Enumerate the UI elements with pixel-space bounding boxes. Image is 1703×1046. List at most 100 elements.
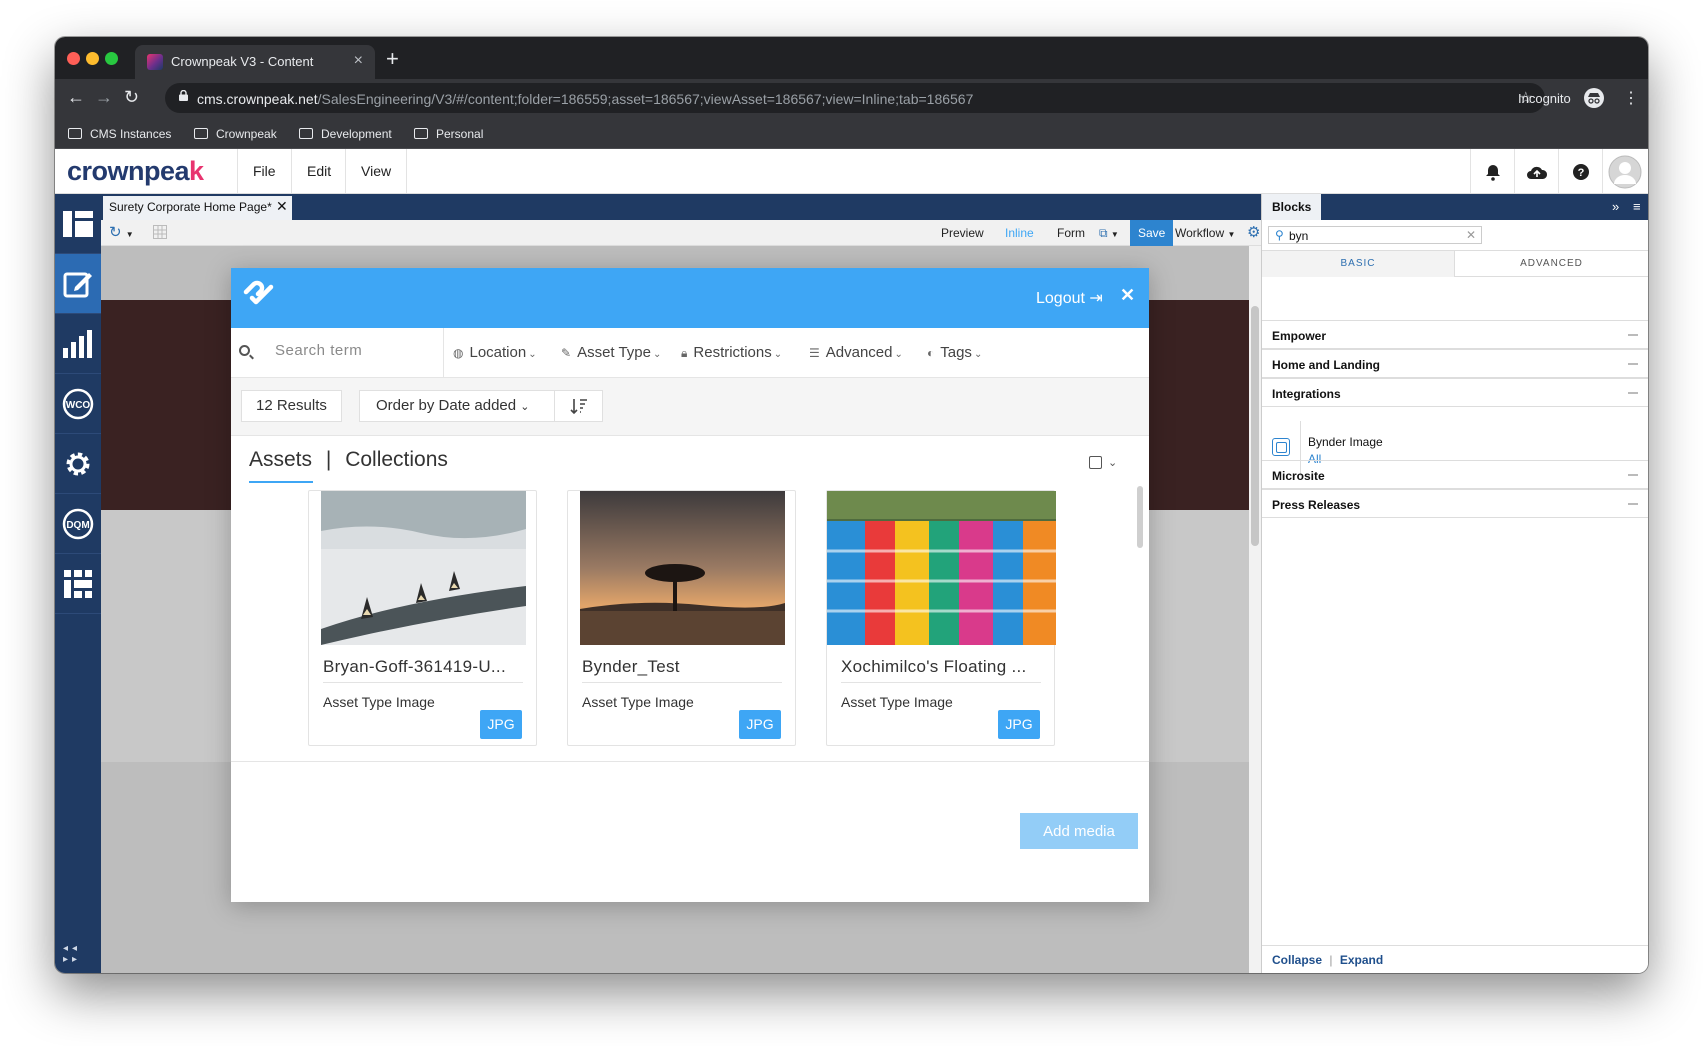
close-modal-icon[interactable]: ✕: [1120, 285, 1135, 306]
bookmark-crownpeak[interactable]: Crownpeak: [194, 127, 277, 141]
select-all-checkbox[interactable]: [1089, 456, 1102, 469]
edit-icon: [63, 272, 92, 297]
form-button[interactable]: Form: [1049, 220, 1093, 246]
bookmark-cms-instances[interactable]: CMS Instances: [68, 127, 171, 141]
bookmark-personal[interactable]: Personal: [414, 127, 483, 141]
workflow-label: Workflow: [1175, 226, 1225, 240]
blocks-search-value: byn: [1289, 229, 1309, 243]
block-item-name: Bynder Image: [1308, 435, 1383, 449]
reload-icon[interactable]: ↻: [124, 87, 139, 108]
bookmarks-bar: CMS Instances Crownpeak Development Pers…: [55, 119, 1648, 149]
blocks-search-input[interactable]: ⚲ byn ✕: [1268, 226, 1482, 244]
refresh-icon[interactable]: ↻ ▼: [101, 220, 142, 246]
tag-icon: ✎: [561, 346, 572, 360]
sidebar-item-content[interactable]: [55, 254, 101, 314]
incognito-label: Incognito: [1518, 91, 1571, 106]
browser-tab[interactable]: Crownpeak V3 - Content ×: [135, 45, 375, 79]
app-header: crownpeak File Edit View ?: [55, 149, 1648, 194]
preview-scrollbar[interactable]: [1249, 246, 1261, 973]
tab-collections[interactable]: Collections: [345, 448, 448, 471]
svg-text:?: ?: [1577, 167, 1584, 179]
chevron-down-icon: ⌄: [653, 349, 662, 360]
sidebar-item-analytics[interactable]: [55, 314, 101, 374]
new-tab-button[interactable]: +: [386, 46, 399, 72]
clear-search-icon[interactable]: ✕: [1466, 228, 1476, 242]
bookmark-development[interactable]: Development: [299, 127, 392, 141]
block-image-icon: [1272, 438, 1290, 456]
sidebar-item-dqm[interactable]: DQM: [55, 494, 101, 554]
forward-icon[interactable]: →: [95, 87, 113, 108]
cloud-upload-icon[interactable]: [1514, 149, 1558, 193]
sidebar-collapse-arrows-icon[interactable]: ◂◂ ▸▸: [63, 943, 101, 965]
bookmark-label: CMS Instances: [90, 127, 172, 141]
tab-basic[interactable]: BASIC: [1262, 251, 1455, 277]
chevron-down-icon: ⌄: [773, 349, 783, 360]
incognito-icon[interactable]: [1584, 88, 1604, 108]
asset-card[interactable]: Xochimilco's Floating ... Asset Type Ima…: [826, 490, 1056, 746]
modal-scrollbar[interactable]: [1137, 486, 1143, 548]
sliders-icon: ☰: [809, 346, 820, 360]
collapse-all-link[interactable]: Collapse: [1272, 953, 1322, 967]
maximize-window-button[interactable]: [105, 52, 118, 65]
select-options-chevron-icon[interactable]: ⌄: [1108, 456, 1117, 469]
close-content-tab-icon[interactable]: ✕: [276, 198, 288, 215]
help-icon[interactable]: ?: [1558, 149, 1602, 193]
sidebar-item-settings[interactable]: [55, 434, 101, 494]
close-window-button[interactable]: [67, 52, 80, 65]
asset-card[interactable]: Bryan-Goff-361419-U... Asset Type Image …: [308, 490, 537, 746]
results-bar: 12 Results Order by Date added ⌄: [231, 378, 1149, 436]
back-icon[interactable]: ←: [67, 87, 85, 108]
browser-toolbar: ← → ↻ cms.crownpeak.net/SalesEngineering…: [55, 79, 1648, 119]
menu-edit[interactable]: Edit: [291, 149, 346, 193]
logout-label: Logout: [1036, 290, 1085, 307]
sidebar-item-dashboard[interactable]: [55, 194, 101, 254]
asset-name: Bryan-Goff-361419-U...: [323, 657, 506, 676]
tab-assets[interactable]: Assets: [249, 448, 312, 471]
content-tab[interactable]: Surety Corporate Home Page* ✕: [103, 196, 292, 220]
address-bar[interactable]: cms.crownpeak.net/SalesEngineering/V3/#/…: [165, 83, 1545, 113]
grid-icon[interactable]: [145, 220, 175, 246]
menu-view[interactable]: View: [345, 149, 408, 193]
external-link-icon[interactable]: ⧉ ▼: [1091, 220, 1127, 246]
block-group-integrations[interactable]: Integrations: [1262, 378, 1648, 407]
group-label: Home and Landing: [1272, 358, 1380, 372]
inline-button[interactable]: Inline: [997, 220, 1042, 246]
browser-menu-icon[interactable]: ⋮: [1623, 88, 1639, 108]
search-icon: ⚲: [1275, 228, 1284, 242]
footer-separator: |: [1329, 953, 1333, 967]
filter-location[interactable]: ◍ Location ⌄: [453, 344, 537, 361]
logout-button[interactable]: Logout ⇥: [1036, 288, 1103, 308]
expand-panel-icon[interactable]: »: [1612, 199, 1619, 214]
workflow-button[interactable]: Workflow ▼: [1167, 220, 1243, 246]
search-field[interactable]: [231, 328, 444, 378]
filter-tags[interactable]: ◐ Tags ⌄: [927, 344, 982, 361]
tab-advanced[interactable]: ADVANCED: [1455, 251, 1648, 277]
minimize-window-button[interactable]: [86, 52, 99, 65]
hamburger-menu-icon[interactable]: ≡: [1633, 199, 1641, 214]
toggle-icon: ◐: [927, 346, 935, 360]
add-media-button[interactable]: Add media: [1020, 813, 1138, 849]
notifications-bell-icon[interactable]: [1470, 149, 1514, 193]
filter-label: Asset Type: [577, 344, 651, 361]
filter-restrictions[interactable]: 🔒︎ Restrictions ⌄: [681, 344, 782, 361]
block-group-microsite[interactable]: Microsite: [1262, 460, 1648, 489]
close-tab-icon[interactable]: ×: [354, 52, 363, 70]
block-group-press-releases[interactable]: Press Releases: [1262, 489, 1648, 518]
user-avatar[interactable]: [1602, 149, 1646, 193]
filter-asset-type[interactable]: ✎ Asset Type ⌄: [561, 344, 661, 361]
expand-all-link[interactable]: Expand: [1340, 953, 1383, 967]
menu-file[interactable]: File: [237, 149, 291, 193]
gear-icon: [66, 452, 90, 475]
asset-card[interactable]: Bynder_Test Asset Type Image JPG: [567, 490, 796, 746]
sidebar-item-wco[interactable]: WCO: [55, 374, 101, 434]
block-group-empower[interactable]: Empower: [1262, 320, 1648, 349]
filter-advanced[interactable]: ☰ Advanced ⌄: [809, 344, 903, 361]
active-tab-underline: [249, 481, 313, 483]
filter-label: Location: [469, 344, 527, 361]
sort-direction-button[interactable]: [554, 390, 603, 422]
block-group-home-and-landing[interactable]: Home and Landing: [1262, 349, 1648, 378]
sidebar-item-blocks[interactable]: [55, 554, 101, 614]
order-by-dropdown[interactable]: Order by Date added ⌄: [359, 390, 555, 422]
search-input[interactable]: [275, 342, 435, 359]
preview-button[interactable]: Preview: [933, 220, 992, 246]
